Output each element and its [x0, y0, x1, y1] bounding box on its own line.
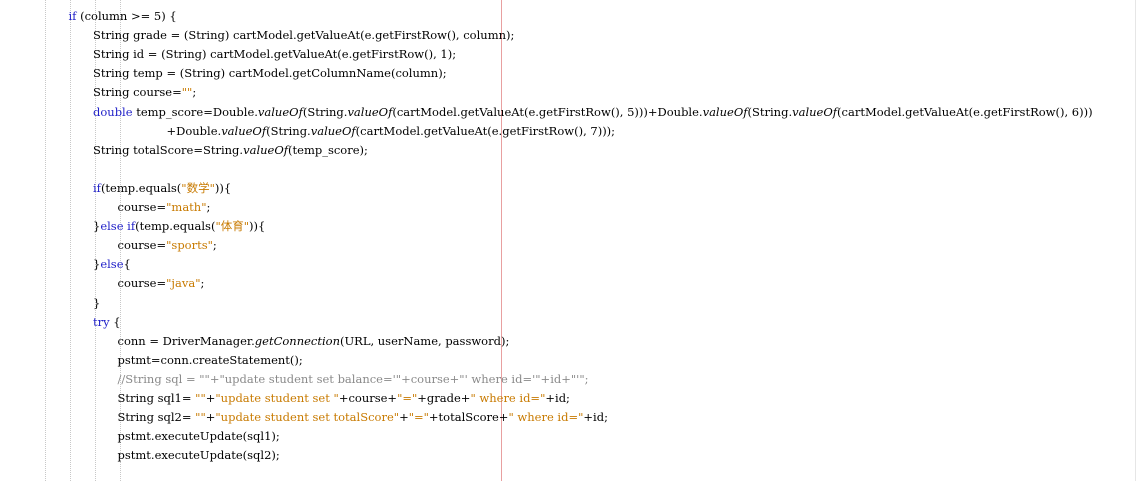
code-token: "update student set " — [215, 391, 339, 405]
code-line[interactable]: }else if(temp.equals("体育")){ — [93, 217, 265, 236]
code-line[interactable]: double temp_score=Double.valueOf(String.… — [93, 103, 1093, 122]
code-token: pstmt.executeUpdate(sql1); — [117, 429, 280, 444]
code-line[interactable]: String sql2= ""+"update student set tota… — [118, 408, 608, 427]
code-line[interactable]: pstmt=conn.createStatement(); — [118, 351, 303, 370]
code-token: +course+ — [338, 391, 398, 405]
code-line[interactable]: String sql1= ""+"update student set "+co… — [118, 389, 570, 408]
code-token: ; — [212, 238, 217, 253]
code-token: valueOf — [243, 142, 289, 157]
code-token: "" — [195, 410, 206, 425]
code-token: (temp.equals( — [100, 180, 182, 195]
code-token: valueOf — [310, 123, 356, 138]
code-token: ; — [192, 85, 197, 100]
code-token: + — [205, 391, 216, 405]
code-token: pstmt.executeUpdate(sql2); — [117, 448, 280, 463]
code-token: (cartModel.getValueAt(e.getFirstRow(), 5… — [392, 104, 703, 119]
code-token: + — [205, 410, 216, 425]
code-token: " where id=" — [508, 410, 584, 425]
code-token: ; — [206, 200, 211, 214]
code-token: "=" — [397, 391, 418, 405]
code-token: valueOf — [792, 104, 838, 119]
code-token: course= — [117, 200, 167, 214]
code-token: if — [93, 180, 101, 195]
code-token: +id; — [545, 391, 570, 405]
code-token: )){ — [214, 180, 232, 195]
code-line[interactable]: } — [93, 294, 100, 313]
code-token: "sports" — [166, 238, 213, 253]
code-token: +totalScore+ — [428, 410, 509, 425]
code-token: (cartModel.getValueAt(e.getFirstRow(), 6… — [837, 104, 1093, 119]
code-token: +id; — [583, 410, 608, 425]
editor-right-edge — [1135, 0, 1136, 481]
code-token: course= — [117, 238, 167, 253]
code-line[interactable]: }else{ — [93, 255, 131, 274]
code-token: //String sql = ""+"update student set ba… — [117, 371, 589, 386]
code-token: "" — [195, 391, 206, 405]
code-token: temp_score=Double. — [132, 104, 258, 119]
code-token: "" — [181, 85, 193, 100]
code-token: " where id=" — [470, 391, 546, 405]
code-token: (temp_score); — [288, 142, 368, 157]
code-token: "数学" — [181, 180, 215, 195]
code-line[interactable]: String course=""; — [93, 83, 196, 102]
code-line[interactable]: pstmt.executeUpdate(sql2); — [118, 446, 280, 465]
code-token: pstmt=conn.createStatement(); — [117, 352, 303, 367]
code-token: (String. — [302, 104, 348, 119]
code-token: String grade = (String) cartModel.getVal… — [93, 28, 515, 43]
code-token: "update student set totalScore" — [215, 410, 400, 425]
code-token: +Double. — [166, 123, 222, 138]
indent-guide — [45, 0, 46, 481]
code-token: )){ — [249, 219, 266, 234]
code-token: (String. — [747, 104, 793, 119]
code-line[interactable]: String totalScore=String.valueOf(temp_sc… — [93, 141, 368, 160]
indent-guide — [70, 0, 71, 481]
code-token: valueOf — [347, 104, 393, 119]
code-token: String course= — [93, 85, 182, 100]
code-token: conn = DriverManager. — [117, 333, 255, 348]
code-token: ; — [200, 276, 205, 291]
code-line[interactable]: String grade = (String) cartModel.getVal… — [93, 26, 514, 45]
code-line[interactable]: pstmt.executeUpdate(sql1); — [118, 427, 280, 446]
code-line[interactable]: course="math"; — [118, 198, 211, 217]
code-line[interactable]: try { — [93, 313, 121, 332]
code-line[interactable]: if(temp.equals("数学")){ — [93, 179, 231, 198]
code-token: (column >= 5) { — [76, 9, 177, 23]
code-token: + — [399, 410, 409, 425]
code-token: "math" — [166, 200, 207, 214]
code-token: "=" — [408, 410, 429, 425]
code-token: course= — [117, 276, 167, 291]
code-line[interactable]: course="sports"; — [118, 236, 217, 255]
code-line[interactable]: course="java"; — [118, 274, 205, 293]
code-token: { — [123, 257, 131, 272]
code-token: String sql1= — [117, 391, 196, 405]
code-line[interactable]: if (column >= 5) { — [69, 7, 177, 26]
code-token: String totalScore=String. — [93, 142, 244, 157]
code-token: String sql2= — [117, 410, 196, 425]
code-token: try — [93, 314, 110, 329]
code-token: valueOf — [702, 104, 748, 119]
code-line[interactable]: +Double.valueOf(String.valueOf(cartModel… — [167, 122, 616, 141]
code-line[interactable]: //String sql = ""+"update student set ba… — [118, 370, 589, 389]
code-token: { — [109, 314, 121, 329]
code-token: (URL, userName, password); — [339, 333, 510, 348]
code-token: else — [100, 257, 124, 272]
code-token: double — [93, 104, 133, 119]
code-token: (String. — [266, 123, 311, 138]
code-line[interactable]: conn = DriverManager.getConnection(URL, … — [118, 332, 510, 351]
code-token: valueOf — [257, 104, 303, 119]
code-token: String temp = (String) cartModel.getColu… — [93, 66, 447, 81]
code-token: valueOf — [221, 123, 267, 138]
code-token: String id = (String) cartModel.getValueA… — [93, 47, 457, 62]
code-token: +grade+ — [417, 391, 471, 405]
code-editor[interactable]: if (column >= 5) { String grade = (String… — [0, 0, 1137, 481]
code-token: getConnection — [254, 333, 340, 348]
code-line[interactable]: String id = (String) cartModel.getValueA… — [93, 45, 456, 64]
code-token: (temp.equals( — [135, 219, 216, 234]
code-token: "java" — [166, 276, 201, 291]
code-token: (cartModel.getValueAt(e.getFirstRow(), 7… — [355, 123, 616, 138]
code-token: "体育" — [215, 219, 250, 234]
code-token: } — [93, 295, 101, 310]
code-line[interactable]: String temp = (String) cartModel.getColu… — [93, 64, 447, 83]
code-token: else if — [100, 219, 136, 234]
